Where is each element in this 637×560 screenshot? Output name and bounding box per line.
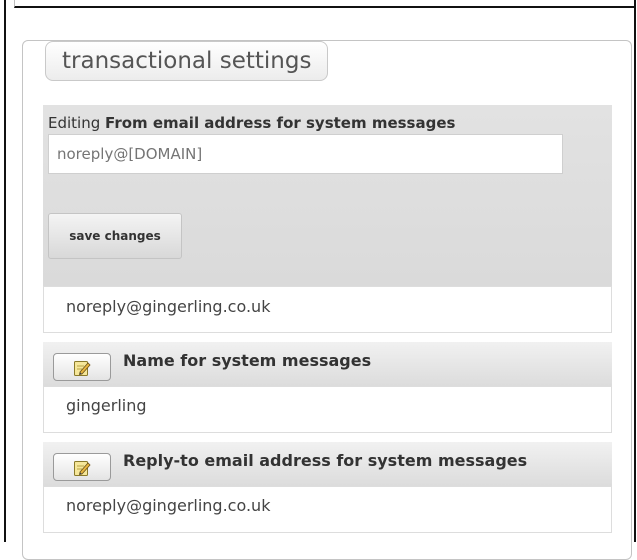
edit-reply-to-button[interactable] <box>53 453 111 481</box>
from-email-value-text: noreply@gingerling.co.uk <box>66 297 271 316</box>
name-setting-value: gingerling <box>43 386 612 433</box>
from-email-edit-panel: Editing From email address for system me… <box>43 105 612 286</box>
section-title: transactional settings <box>45 41 329 81</box>
top-panel-edge <box>14 0 636 8</box>
name-setting-label: Name for system messages <box>123 351 372 370</box>
editing-prefix: Editing <box>48 114 101 132</box>
pencil-notepad-icon <box>74 461 91 476</box>
from-email-input[interactable] <box>48 134 563 174</box>
setting-header-name: Name for system messages <box>43 342 612 386</box>
reply-to-setting-value: noreply@gingerling.co.uk <box>43 486 612 533</box>
save-changes-button[interactable]: save changes <box>48 213 182 259</box>
from-email-current-value: noreply@gingerling.co.uk <box>43 286 612 333</box>
name-value-text: gingerling <box>66 396 147 415</box>
reply-to-value-text: noreply@gingerling.co.uk <box>66 496 271 515</box>
edit-heading: Editing From email address for system me… <box>48 114 455 132</box>
edit-name-button[interactable] <box>53 353 111 381</box>
reply-to-setting-label: Reply-to email address for system messag… <box>123 451 528 470</box>
from-email-label: From email address for system messages <box>105 114 456 132</box>
setting-header-reply-to: Reply-to email address for system messag… <box>43 442 612 486</box>
pencil-notepad-icon <box>74 361 91 376</box>
